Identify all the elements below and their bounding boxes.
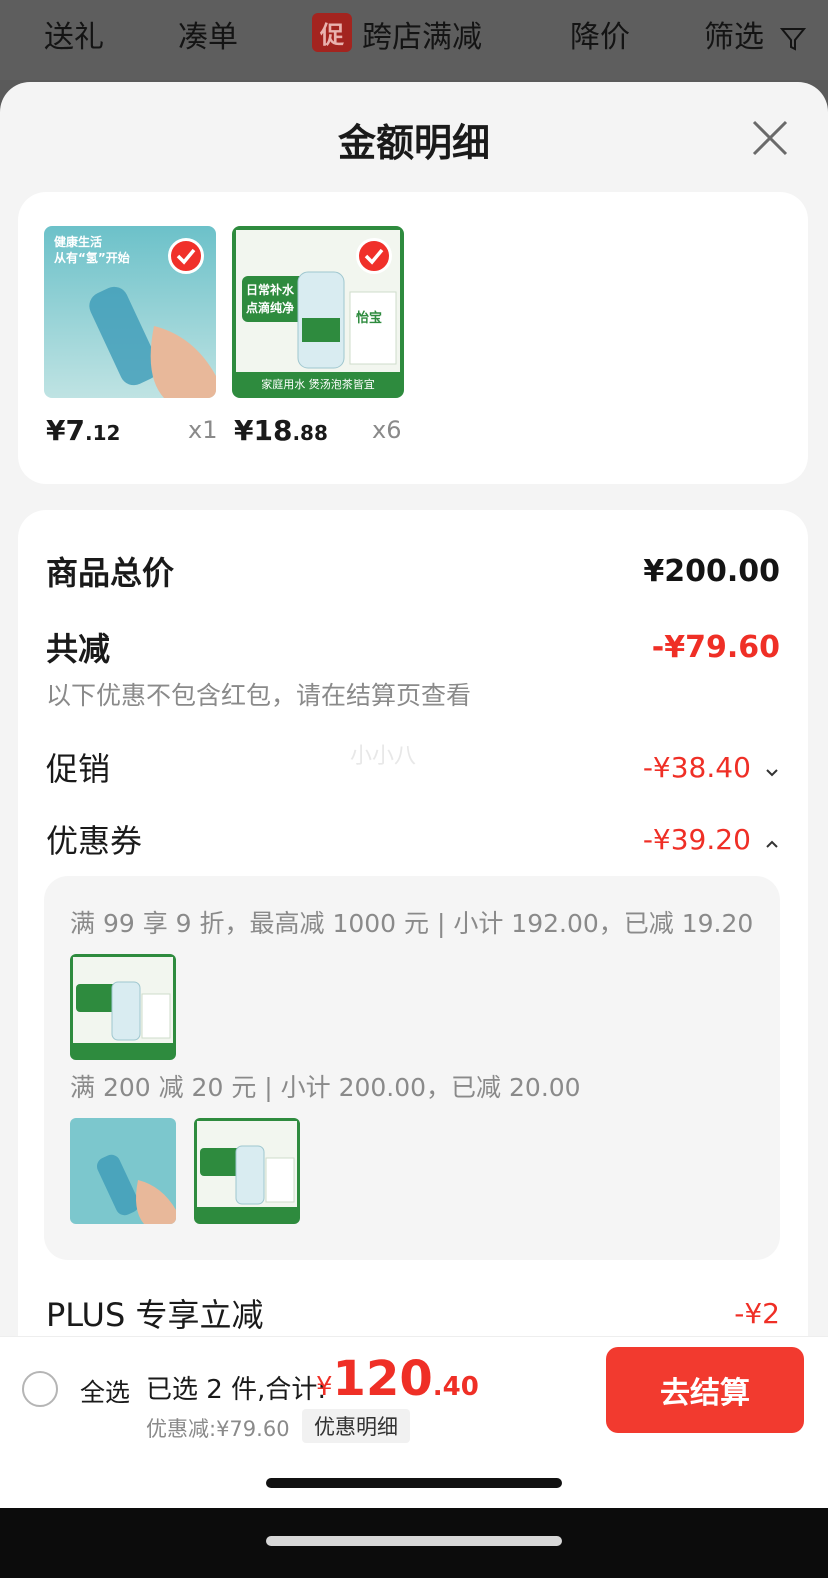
total-dec: .40 [432, 1372, 479, 1402]
product-qty: x1 [188, 416, 218, 444]
product-image-text-1: 日常补水 [246, 282, 295, 297]
discount-summary: 优惠减:¥79.60 [146, 1417, 290, 1441]
plus-discount-row: PLUS 专享立减 -¥2 [46, 1290, 780, 1336]
amount-detail-sheet: 金额明细 健康生活 从有“氢”开始 ¥7.12 x1 日常补水 点滴纯净 怡宝 … [0, 82, 828, 1452]
system-bar [0, 1508, 828, 1578]
total-currency: ¥ [316, 1372, 333, 1402]
discount-detail-button[interactable]: 优惠明细 [302, 1409, 410, 1443]
product-qty: x6 [372, 416, 402, 444]
coupon-product-thumb [70, 954, 176, 1060]
total-amount: ¥120.40 [316, 1351, 479, 1407]
promotion-row[interactable]: 促销 -¥38.40 [46, 744, 780, 790]
product-image-text-2: 点滴纯净 [246, 300, 294, 315]
chevron-down-icon[interactable] [764, 764, 780, 780]
selected-products-card: 健康生活 从有“氢”开始 ¥7.12 x1 日常补水 点滴纯净 怡宝 家庭用水 … [18, 192, 808, 484]
checked-icon[interactable] [168, 238, 204, 274]
total-int: 120 [332, 1351, 433, 1407]
chevron-up-icon[interactable] [764, 836, 780, 852]
filter-icon [779, 27, 806, 51]
coupon-product-thumb [70, 1118, 176, 1224]
product-image-text-4: 家庭用水 煲汤泡茶皆宜 [261, 377, 375, 391]
checkout-button[interactable]: 去结算 [606, 1347, 804, 1433]
home-indicator[interactable] [266, 1478, 562, 1488]
close-icon[interactable] [750, 118, 790, 158]
coupon-row[interactable]: 优惠券 -¥39.20 [46, 816, 780, 862]
promo-badge: 促 [312, 13, 352, 52]
plus-discount-label: PLUS 专享立减 [46, 1296, 264, 1334]
coupon-amount: -¥39.20 [643, 823, 780, 856]
home-indicator[interactable] [266, 1536, 562, 1546]
product-image: 健康生活 从有“氢”开始 [44, 226, 216, 398]
product-image: 日常补水 点滴纯净 怡宝 家庭用水 煲汤泡茶皆宜 [232, 226, 404, 398]
select-all-label[interactable]: 全选 [80, 1373, 130, 1409]
product-image-text-3: 怡宝 [356, 310, 382, 326]
product-item[interactable]: 健康生活 从有“氢”开始 ¥7.12 x1 [44, 226, 217, 447]
coupon-product-thumb [194, 1118, 300, 1224]
total-price-row: 商品总价 ¥200.00 [46, 548, 780, 594]
promotion-value: -¥38.40 [642, 750, 751, 784]
product-item[interactable]: 日常补水 点滴纯净 怡宝 家庭用水 煲汤泡茶皆宜 ¥18.88 x6 [232, 226, 404, 447]
product-price: ¥18.88 [234, 414, 328, 447]
product-price-dec: .12 [84, 421, 121, 445]
discount-note: 以下优惠不包含红包，请在结算页查看 [46, 681, 472, 710]
sheet-title: 金额明细 [337, 121, 490, 165]
promotion-label: 促销 [46, 750, 111, 788]
tab-filter[interactable]: 筛选 [704, 12, 806, 56]
checkout-bar: 全选 已选 2 件,合计: ¥120.40 优惠减:¥79.60 优惠明细 去结… [0, 1336, 828, 1450]
product-image-text-1: 健康生活 [54, 234, 102, 249]
coupon-value: -¥39.20 [642, 822, 751, 856]
amount-breakdown-card: 商品总价 ¥200.00 共减 -¥79.60 以下优惠不包含红包，请在结算页查… [18, 510, 808, 1452]
total-reduce-label: 共减 [46, 630, 111, 668]
tab-cross-store-label: 跨店满减 [362, 20, 482, 55]
home-indicator-area [0, 1450, 828, 1508]
coupon-label: 优惠券 [46, 822, 143, 860]
product-image-text-2: 从有“氢”开始 [54, 250, 130, 265]
product-price-dec: .88 [292, 421, 328, 445]
coupon-details: 满 99 享 9 折，最高减 1000 元 | 小计 192.00，已减 19.… [44, 876, 780, 1260]
total-reduce-row: 共减 -¥79.60 [46, 624, 780, 670]
total-price-label: 商品总价 [46, 554, 175, 592]
selected-count: 已选 2 件,合计: [146, 1375, 327, 1405]
product-price-int: ¥18 [234, 414, 293, 447]
tab-combine[interactable]: 凑单 [178, 12, 238, 56]
checked-icon[interactable] [356, 238, 392, 274]
tab-filter-label: 筛选 [704, 20, 764, 55]
coupon-rule-2: 满 200 减 20 元 | 小计 200.00，已减 20.00 [70, 1073, 581, 1102]
promotion-amount: -¥38.40 [643, 751, 780, 784]
product-price: ¥7.12 [46, 414, 120, 447]
plus-discount-value: -¥2 [734, 1296, 780, 1330]
total-reduce-value: -¥79.60 [651, 629, 780, 665]
select-all-radio[interactable] [22, 1371, 58, 1407]
product-price-int: ¥7 [46, 414, 85, 447]
filter-bar: 送礼 凑单 促跨店满减 降价 筛选 [0, 0, 828, 80]
tab-price-drop[interactable]: 降价 [570, 12, 630, 56]
tab-gift[interactable]: 送礼 [44, 12, 104, 56]
tab-cross-store-discount[interactable]: 促跨店满减 [312, 12, 482, 56]
total-price-value: ¥200.00 [643, 553, 780, 589]
coupon-rule-1: 满 99 享 9 折，最高减 1000 元 | 小计 192.00，已减 19.… [70, 909, 754, 938]
